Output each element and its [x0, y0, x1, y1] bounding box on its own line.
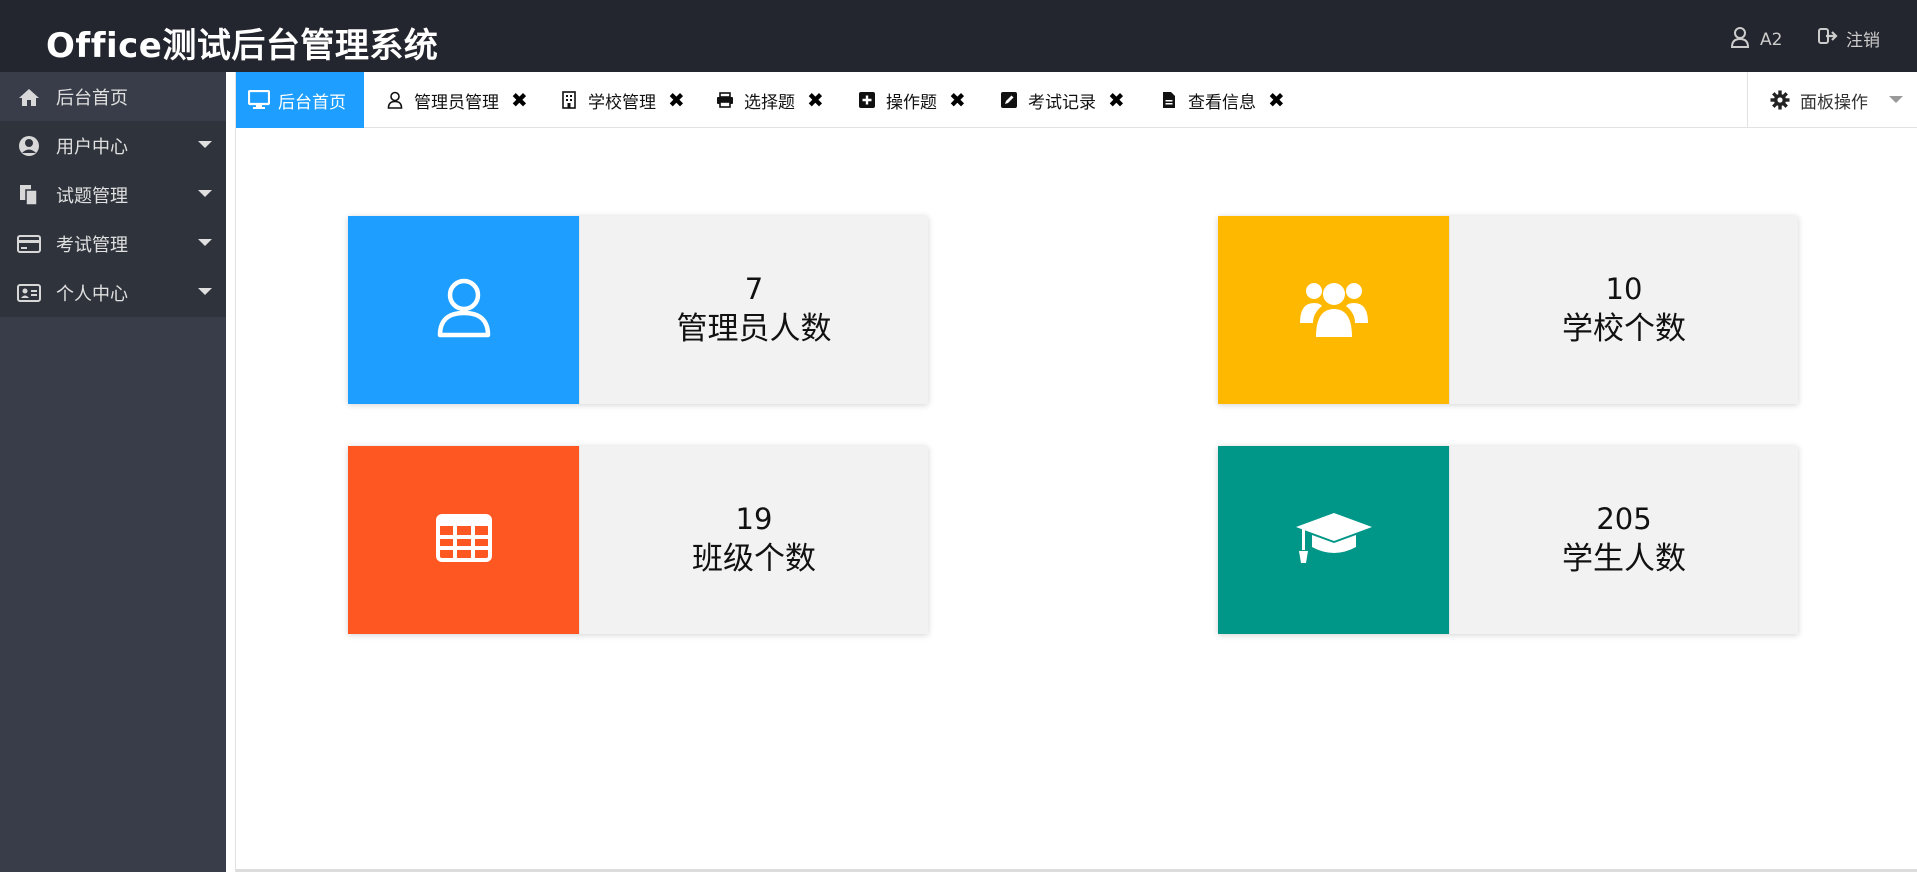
- stat-label: 管理员人数: [676, 311, 832, 347]
- tab-operation-questions[interactable]: 操作题 ✖: [856, 72, 966, 128]
- tab-view-info[interactable]: 查看信息 ✖: [1158, 72, 1285, 128]
- close-icon[interactable]: ✖: [949, 88, 966, 112]
- sidebar-item-label: 个人中心: [56, 283, 128, 305]
- tab-bar: 后台首页 管理员管理 ✖ 学校管理 ✖ 选择题 ✖ 操作题 ✖ 考试记录 ✖ 查…: [236, 72, 1917, 128]
- tab-label: 操作题: [886, 92, 937, 113]
- tab-label: 查看信息: [1188, 92, 1256, 113]
- sign-out-icon: [1818, 27, 1838, 50]
- user-outline-icon: [436, 277, 492, 343]
- tab-label: 学校管理: [588, 92, 656, 113]
- stat-card-schools: 10 学校个数: [1218, 216, 1798, 404]
- caret-down-icon: [1889, 96, 1903, 103]
- sidebar-item-label: 用户中心: [56, 136, 128, 158]
- print-icon: [714, 89, 736, 111]
- sidebar-item-exam-management[interactable]: 考试管理: [0, 219, 226, 268]
- close-icon[interactable]: ✖: [807, 88, 824, 112]
- table-icon: [435, 514, 492, 566]
- sidebar-item-label: 试题管理: [56, 185, 128, 207]
- tab-admin-management[interactable]: 管理员管理 ✖: [384, 72, 528, 128]
- home-icon: [16, 84, 42, 110]
- app-title: Office测试后台管理系统: [46, 26, 439, 66]
- user-circle-icon: [16, 133, 42, 159]
- file-icon: [1158, 89, 1180, 111]
- stat-card-classes: 19 班级个数: [348, 446, 928, 634]
- user-icon: [1730, 26, 1750, 53]
- stat-label: 班级个数: [692, 541, 816, 577]
- tab-exam-records[interactable]: 考试记录 ✖: [998, 72, 1125, 128]
- plus-square-icon: [856, 89, 878, 111]
- caret-down-icon: [198, 141, 212, 148]
- stat-card-admins: 7 管理员人数: [348, 216, 928, 404]
- logout-button[interactable]: 注销: [1818, 26, 1880, 51]
- caret-down-icon: [198, 239, 212, 246]
- stat-label: 学生人数: [1562, 541, 1686, 577]
- gear-icon: [1770, 90, 1790, 110]
- caret-down-icon: [198, 190, 212, 197]
- stat-value: 7: [744, 272, 764, 306]
- user-outline-icon: [384, 89, 406, 111]
- username: A2: [1760, 29, 1783, 50]
- user-menu[interactable]: A2: [1730, 26, 1782, 53]
- close-icon[interactable]: ✖: [1108, 88, 1125, 112]
- sidebar-item-label: 后台首页: [56, 87, 128, 109]
- stat-value: 19: [735, 502, 773, 536]
- panel-operations-dropdown[interactable]: 面板操作: [1747, 72, 1917, 128]
- users-group-icon: [1299, 277, 1368, 343]
- tab-label: 管理员管理: [414, 92, 499, 113]
- sidebar-item-personal-center[interactable]: 个人中心: [0, 268, 226, 317]
- sidebar-item-question-management[interactable]: 试题管理: [0, 170, 226, 219]
- tab-label: 后台首页: [278, 92, 346, 113]
- close-icon[interactable]: ✖: [668, 88, 685, 112]
- monitor-icon: [248, 89, 270, 111]
- stat-card-students: 205 学生人数: [1218, 446, 1798, 634]
- edit-icon: [998, 89, 1020, 111]
- tab-home[interactable]: 后台首页: [236, 72, 364, 128]
- close-icon[interactable]: ✖: [1268, 88, 1285, 112]
- id-card-icon: [16, 280, 42, 306]
- credit-card-icon: [16, 231, 42, 257]
- stat-card-info: 7 管理员人数: [579, 216, 928, 404]
- building-icon: [558, 89, 580, 111]
- stat-card-info: 19 班级个数: [579, 446, 928, 634]
- tab-label: 考试记录: [1028, 92, 1096, 113]
- close-icon[interactable]: ✖: [511, 88, 528, 112]
- stat-label: 学校个数: [1562, 311, 1686, 347]
- panel-operations-label: 面板操作: [1800, 92, 1868, 113]
- tab-school-management[interactable]: 学校管理 ✖: [558, 72, 685, 128]
- stat-card-icon-box: [348, 446, 579, 634]
- stat-value: 10: [1605, 272, 1643, 306]
- top-header: Office测试后台管理系统 A2 注销: [0, 0, 1917, 72]
- sidebar-item-user-center[interactable]: 用户中心: [0, 121, 226, 170]
- stat-card-icon-box: [1218, 446, 1449, 634]
- sidebar-item-home[interactable]: 后台首页: [0, 72, 226, 121]
- tab-multiple-choice[interactable]: 选择题 ✖: [714, 72, 824, 128]
- caret-down-icon: [198, 288, 212, 295]
- copy-icon: [16, 182, 42, 208]
- logout-label: 注销: [1846, 31, 1880, 51]
- sidebar: 后台首页 用户中心 试题管理 考试管理 个人中心: [0, 72, 226, 872]
- stat-value: 205: [1596, 502, 1652, 536]
- stat-card-icon-box: [1218, 216, 1449, 404]
- graduation-cap-icon: [1294, 511, 1374, 569]
- stat-card-info: 10 学校个数: [1449, 216, 1798, 404]
- stat-card-icon-box: [348, 216, 579, 404]
- main-content: 后台首页 管理员管理 ✖ 学校管理 ✖ 选择题 ✖ 操作题 ✖ 考试记录 ✖ 查…: [226, 72, 1917, 872]
- sidebar-item-label: 考试管理: [56, 234, 128, 256]
- stat-card-info: 205 学生人数: [1449, 446, 1798, 634]
- tab-label: 选择题: [744, 92, 795, 113]
